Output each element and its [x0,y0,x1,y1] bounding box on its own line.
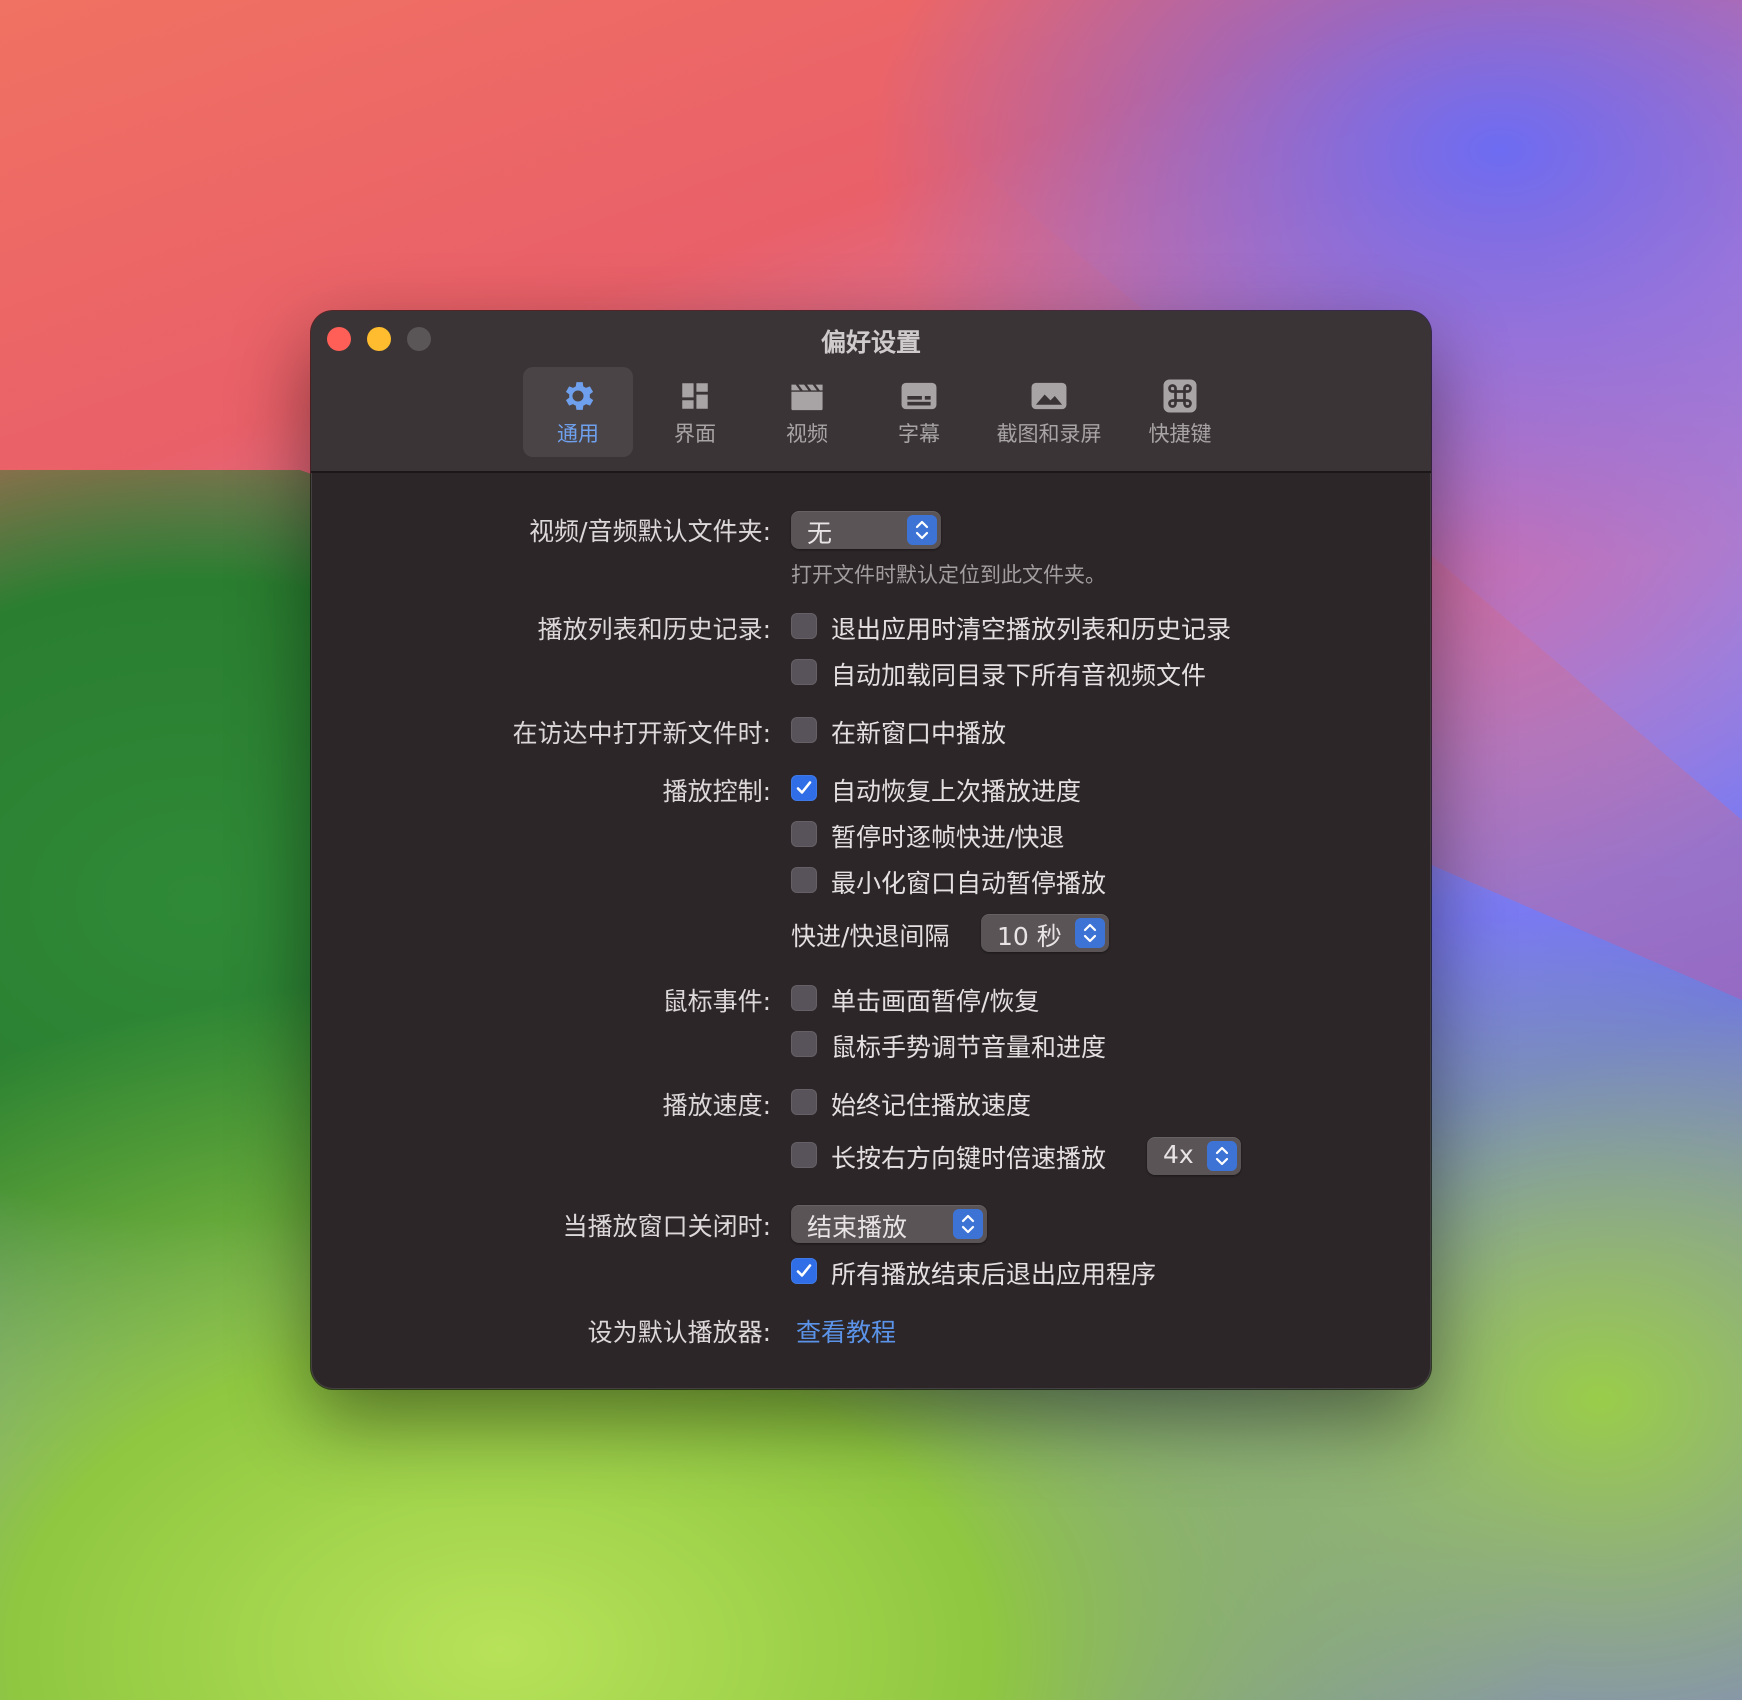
resume-progress-checkbox[interactable] [791,775,817,801]
tab-video[interactable]: 视频 [757,367,857,457]
frame-step-checkbox[interactable] [791,821,817,847]
clear-playlist-checkbox[interactable] [791,613,817,639]
clear-playlist-text: 退出应用时清空播放列表和历史记录 [831,615,1232,644]
hold-right-key-text: 长按右方向键时倍速播放 [831,1144,1107,1173]
default-folder-popup[interactable]: 无 [791,511,941,549]
tab-screenshot-recording[interactable]: 截图和录屏 [981,367,1117,457]
tab-general[interactable]: 通用 [523,367,633,457]
titlebar: 偏好设置 通用 界面 视频 字幕 截图和录屏 快捷键 [311,311,1431,473]
general-settings-panel: 视频/音频默认文件夹: 无 打开文件时默认定位到此文件夹。 播放列表和历史记录:… [311,473,1431,1389]
tab-interface[interactable]: 界面 [645,367,745,457]
tab-label: 通用 [557,422,599,446]
click-pause-checkbox[interactable] [791,985,817,1011]
autoload-folder-checkbox[interactable] [791,659,817,685]
minimize-pause-checkbox[interactable] [791,867,817,893]
mouse-events-label: 鼠标事件: [662,987,771,1016]
default-folder-value: 无 [807,519,833,548]
command-icon [1162,377,1198,415]
tab-label: 视频 [786,422,828,446]
autoload-folder-text: 自动加载同目录下所有音视频文件 [831,661,1207,690]
window-close-popup[interactable]: 结束播放 [791,1205,987,1243]
default-folder-label: 视频/音频默认文件夹: [529,517,771,546]
seek-interval-value: 10 秒 [997,922,1062,951]
gear-icon [559,377,597,415]
speed-multiplier-popup[interactable]: 4x [1147,1137,1241,1175]
speed-multiplier-value: 4x [1163,1140,1194,1169]
finder-open-label: 在访达中打开新文件时: [512,719,771,748]
playback-control-label: 播放控制: [662,777,771,806]
minimize-pause-text: 最小化窗口自动暂停播放 [831,869,1107,898]
popup-chevron-icon [907,515,937,545]
default-folder-hint: 打开文件时默认定位到此文件夹。 [791,563,1106,587]
playback-speed-label: 播放速度: [662,1091,771,1120]
mouse-gesture-checkbox[interactable] [791,1031,817,1057]
new-window-text: 在新窗口中播放 [831,719,1007,748]
quit-after-playback-text: 所有播放结束后退出应用程序 [831,1260,1157,1289]
mouse-gesture-text: 鼠标手势调节音量和进度 [831,1033,1107,1062]
seek-interval-label: 快进/快退间隔 [791,922,950,951]
window-close-value: 结束播放 [807,1213,908,1242]
click-pause-text: 单击画面暂停/恢复 [831,987,1040,1016]
default-player-label: 设为默认播放器: [587,1318,771,1347]
preferences-toolbar: 通用 界面 视频 字幕 截图和录屏 快捷键 [311,367,1431,457]
subtitles-icon [900,377,938,415]
view-tutorial-link[interactable]: 查看教程 [796,1313,896,1349]
seek-interval-popup[interactable]: 10 秒 [981,914,1109,952]
tab-subtitles[interactable]: 字幕 [869,367,969,457]
layout-icon [678,377,712,415]
remember-speed-text: 始终记住播放速度 [831,1091,1032,1120]
remember-speed-checkbox[interactable] [791,1089,817,1115]
photo-icon [1030,377,1068,415]
checkmark-icon [796,781,812,794]
preferences-window: 偏好设置 通用 界面 视频 字幕 截图和录屏 快捷键 视频/音频默认文件夹: 无… [311,311,1431,1389]
resume-progress-text: 自动恢复上次播放进度 [831,777,1082,806]
tab-label: 截图和录屏 [996,422,1102,446]
hold-right-key-checkbox[interactable] [791,1142,817,1168]
new-window-checkbox[interactable] [791,717,817,743]
quit-after-playback-checkbox[interactable] [791,1258,817,1284]
playlist-label: 播放列表和历史记录: [537,615,771,644]
popup-chevron-icon [1207,1141,1237,1171]
window-close-label: 当播放窗口关闭时: [562,1212,771,1241]
tab-label: 快捷键 [1148,422,1212,446]
checkmark-icon [796,1264,812,1277]
popup-chevron-icon [953,1209,983,1239]
tab-shortcuts[interactable]: 快捷键 [1125,367,1235,457]
tab-label: 字幕 [898,422,940,446]
clapperboard-icon [788,377,826,415]
window-title: 偏好设置 [820,328,921,357]
popup-chevron-icon [1075,918,1105,948]
frame-step-text: 暂停时逐帧快进/快退 [831,823,1065,852]
tab-label: 界面 [674,422,716,446]
